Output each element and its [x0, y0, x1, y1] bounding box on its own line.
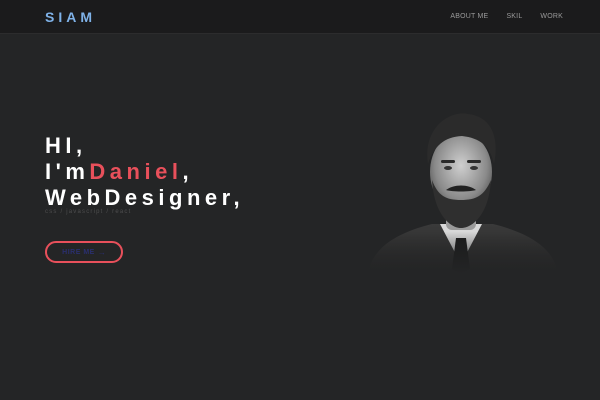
- skills-tagline: css / javascript / react: [45, 209, 132, 215]
- hero-name-suffix: ,: [182, 159, 194, 184]
- nav-link-skil[interactable]: SKIL: [506, 13, 522, 20]
- logo[interactable]: SIAM: [45, 9, 96, 25]
- nav-links: ABOUT ME SKIL WORK: [450, 13, 563, 20]
- portrait-image: [360, 104, 565, 274]
- hero-line-role: WebDesigner,: [45, 185, 245, 210]
- hire-me-button[interactable]: HIRE ME →: [45, 241, 123, 263]
- hire-me-label: HIRE ME: [62, 248, 95, 256]
- hero-line-greeting: HI,: [45, 133, 87, 158]
- nav-link-about-me[interactable]: ABOUT ME: [450, 13, 488, 20]
- nav-link-work[interactable]: WORK: [540, 13, 563, 20]
- navbar: SIAM ABOUT ME SKIL WORK: [0, 0, 600, 34]
- hero-name-prefix: I'm: [45, 159, 90, 184]
- arrow-right-icon: →: [97, 247, 106, 257]
- hero-name-highlight: Daniel: [89, 159, 183, 184]
- hero-line-name: I'mDaniel,: [45, 159, 244, 185]
- hero-heading: HI, I'mDaniel, WebDesigner,: [45, 133, 244, 211]
